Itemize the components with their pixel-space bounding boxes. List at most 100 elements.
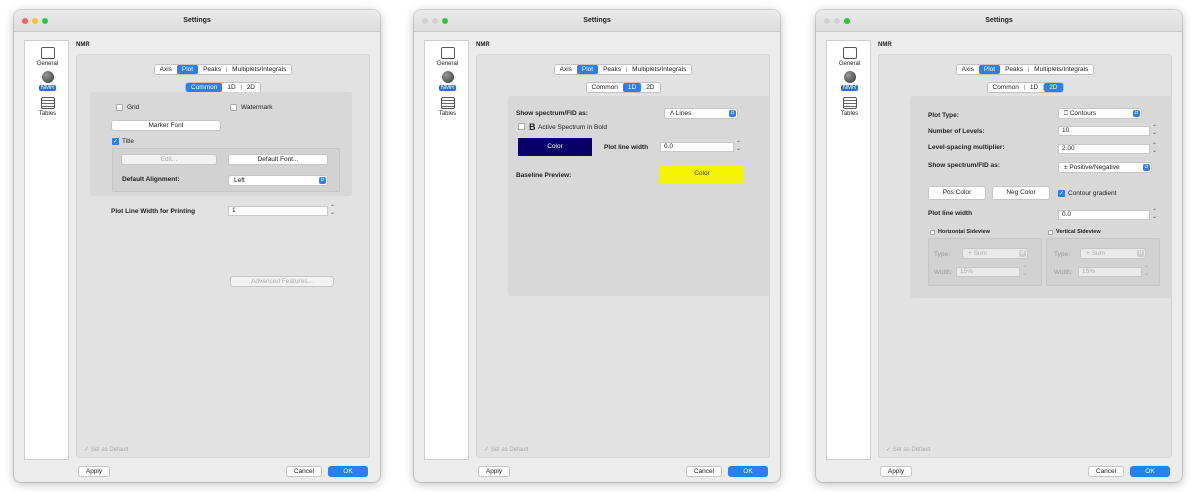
subtab-common[interactable]: Common: [186, 83, 223, 92]
minimize-window-button[interactable]: [432, 18, 438, 24]
plot-type-select[interactable]: ⎕ Contours ⇵: [1058, 108, 1142, 119]
h-width-input[interactable]: 15%: [956, 267, 1020, 277]
zoom-window-button[interactable]: [442, 18, 448, 24]
ok-button[interactable]: OK: [328, 466, 368, 477]
active-bold-checkbox[interactable]: [518, 123, 525, 130]
subtab-common[interactable]: Common: [988, 83, 1024, 92]
set-default-checkbox[interactable]: ✓ Set as Default: [84, 446, 128, 453]
show-as-select[interactable]: Λ Lines ⇵: [664, 108, 738, 119]
sidebar-item-general[interactable]: General: [827, 47, 872, 67]
h-type-select[interactable]: + Sum ⇵: [962, 248, 1028, 259]
close-window-button[interactable]: [22, 18, 28, 24]
spacing-input[interactable]: 2.00: [1058, 144, 1150, 154]
sidebar-item-tables[interactable]: Tables: [25, 97, 70, 117]
h-sideview-group: [928, 238, 1042, 286]
contour-gradient-checkbox[interactable]: [1058, 190, 1065, 197]
line-color-button[interactable]: Color: [518, 138, 592, 156]
tab-plot[interactable]: Plot: [576, 65, 599, 74]
stepper-icon[interactable]: ⌃ ⌄: [1022, 266, 1027, 277]
stepper-icon[interactable]: ⌃ ⌄: [1152, 209, 1157, 220]
chevron-updown-icon: ⇵: [729, 110, 736, 117]
window-controls: [422, 18, 448, 24]
stepper-icon[interactable]: ⌃ ⌄: [330, 205, 335, 216]
zoom-window-button[interactable]: [42, 18, 48, 24]
levels-input[interactable]: 10: [1058, 126, 1150, 136]
marker-font-button[interactable]: Marker Font: [111, 120, 221, 131]
sidebar-item-tables[interactable]: Tables: [425, 97, 470, 117]
ok-button[interactable]: OK: [1130, 466, 1170, 477]
tab-axis[interactable]: Axis: [555, 65, 577, 74]
close-window-button[interactable]: [824, 18, 830, 24]
settings-window-1d: Settings General NMR Tables NMR Axis Plo…: [414, 10, 780, 482]
tab-axis[interactable]: Axis: [957, 65, 979, 74]
line-width-label: Plot line width: [604, 144, 649, 151]
title-checkbox[interactable]: [112, 138, 119, 145]
stepper-icon[interactable]: ⌃ ⌄: [1152, 143, 1157, 154]
zoom-window-button[interactable]: [844, 18, 850, 24]
subtab-common[interactable]: Common: [587, 83, 623, 92]
line-width-input[interactable]: 0.0: [660, 142, 734, 152]
advanced-features-button[interactable]: Advanced Features...: [230, 276, 334, 287]
cancel-button[interactable]: Cancel: [286, 466, 322, 477]
settings-sidebar: General NMR Tables: [424, 40, 469, 460]
tab-peaks[interactable]: Peaks: [198, 65, 226, 74]
pos-color-button[interactable]: Pos Color: [928, 186, 986, 200]
ok-button[interactable]: OK: [728, 466, 768, 477]
subtab-2d[interactable]: 2D: [641, 83, 659, 92]
minimize-window-button[interactable]: [32, 18, 38, 24]
alignment-select[interactable]: Left ⇵: [228, 175, 328, 186]
sidebar-item-nmr[interactable]: NMR: [827, 71, 872, 91]
cancel-button[interactable]: Cancel: [1088, 466, 1124, 477]
subtab-1d[interactable]: 1D: [1025, 83, 1043, 92]
set-default-checkbox[interactable]: ✓ Set as Default: [886, 446, 930, 453]
set-default-checkbox[interactable]: ✓ Set as Default: [484, 446, 528, 453]
print-width-input[interactable]: 1: [228, 206, 328, 216]
apply-button[interactable]: Apply: [78, 466, 110, 477]
close-window-button[interactable]: [422, 18, 428, 24]
subtab-1d[interactable]: 1D: [222, 83, 240, 92]
settings-window-2d: Settings General NMR Tables NMR Axis Plo…: [816, 10, 1182, 482]
baseline-label: Baseline Preview:: [516, 172, 572, 179]
tab-plot[interactable]: Plot: [978, 65, 1001, 74]
stepper-icon[interactable]: ⌃ ⌄: [1144, 266, 1149, 277]
default-font-button[interactable]: Default Font...: [228, 154, 328, 165]
v-type-select[interactable]: + Sum ⇵: [1080, 248, 1146, 259]
section-title: NMR: [878, 42, 892, 48]
sidebar-item-nmr[interactable]: NMR: [425, 71, 470, 91]
tab-multiplets[interactable]: Multiplets/Integrals: [227, 65, 291, 74]
apply-button[interactable]: Apply: [478, 466, 510, 477]
tab-axis[interactable]: Axis: [155, 65, 177, 74]
sidebar-item-general[interactable]: General: [25, 47, 70, 67]
window-controls: [22, 18, 48, 24]
subtab-1d[interactable]: 1D: [622, 83, 642, 92]
apply-button[interactable]: Apply: [880, 466, 912, 477]
tab-peaks[interactable]: Peaks: [1000, 65, 1028, 74]
subtab-2d[interactable]: 2D: [242, 83, 260, 92]
grid-checkbox[interactable]: [116, 104, 123, 111]
h-sideview-checkbox[interactable]: [930, 230, 935, 235]
stepper-icon[interactable]: ⌃ ⌄: [1152, 125, 1157, 136]
tab-multiplets[interactable]: Multiplets/Integrals: [627, 65, 691, 74]
stepper-icon[interactable]: ⌃ ⌄: [736, 141, 741, 152]
show-as-select[interactable]: ± Positive/Negative ⇵: [1058, 162, 1152, 173]
v-width-input[interactable]: 15%: [1078, 267, 1142, 277]
edit-button[interactable]: Edit...: [121, 154, 217, 165]
line-width-input[interactable]: 0.0: [1058, 210, 1150, 220]
subtab-2d[interactable]: 2D: [1044, 83, 1063, 92]
section-title: NMR: [76, 42, 90, 48]
tab-plot[interactable]: Plot: [176, 65, 199, 74]
v-sideview-checkbox[interactable]: [1048, 230, 1053, 235]
window-icon: [842, 47, 857, 59]
tab-multiplets[interactable]: Multiplets/Integrals: [1029, 65, 1093, 74]
watermark-checkbox[interactable]: [230, 104, 237, 111]
tab-peaks[interactable]: Peaks: [598, 65, 626, 74]
minimize-window-button[interactable]: [834, 18, 840, 24]
sidebar-item-nmr[interactable]: NMR: [25, 71, 70, 91]
sidebar-item-tables[interactable]: Tables: [827, 97, 872, 117]
sidebar-item-general[interactable]: General: [425, 47, 470, 67]
baseline-color-button[interactable]: Color: [660, 165, 744, 183]
neg-color-button[interactable]: Neg Color: [992, 186, 1050, 200]
grid-label: Grid: [127, 104, 140, 111]
cancel-button[interactable]: Cancel: [686, 466, 722, 477]
show-as-label: Show spectrum/FID as:: [928, 162, 1000, 169]
